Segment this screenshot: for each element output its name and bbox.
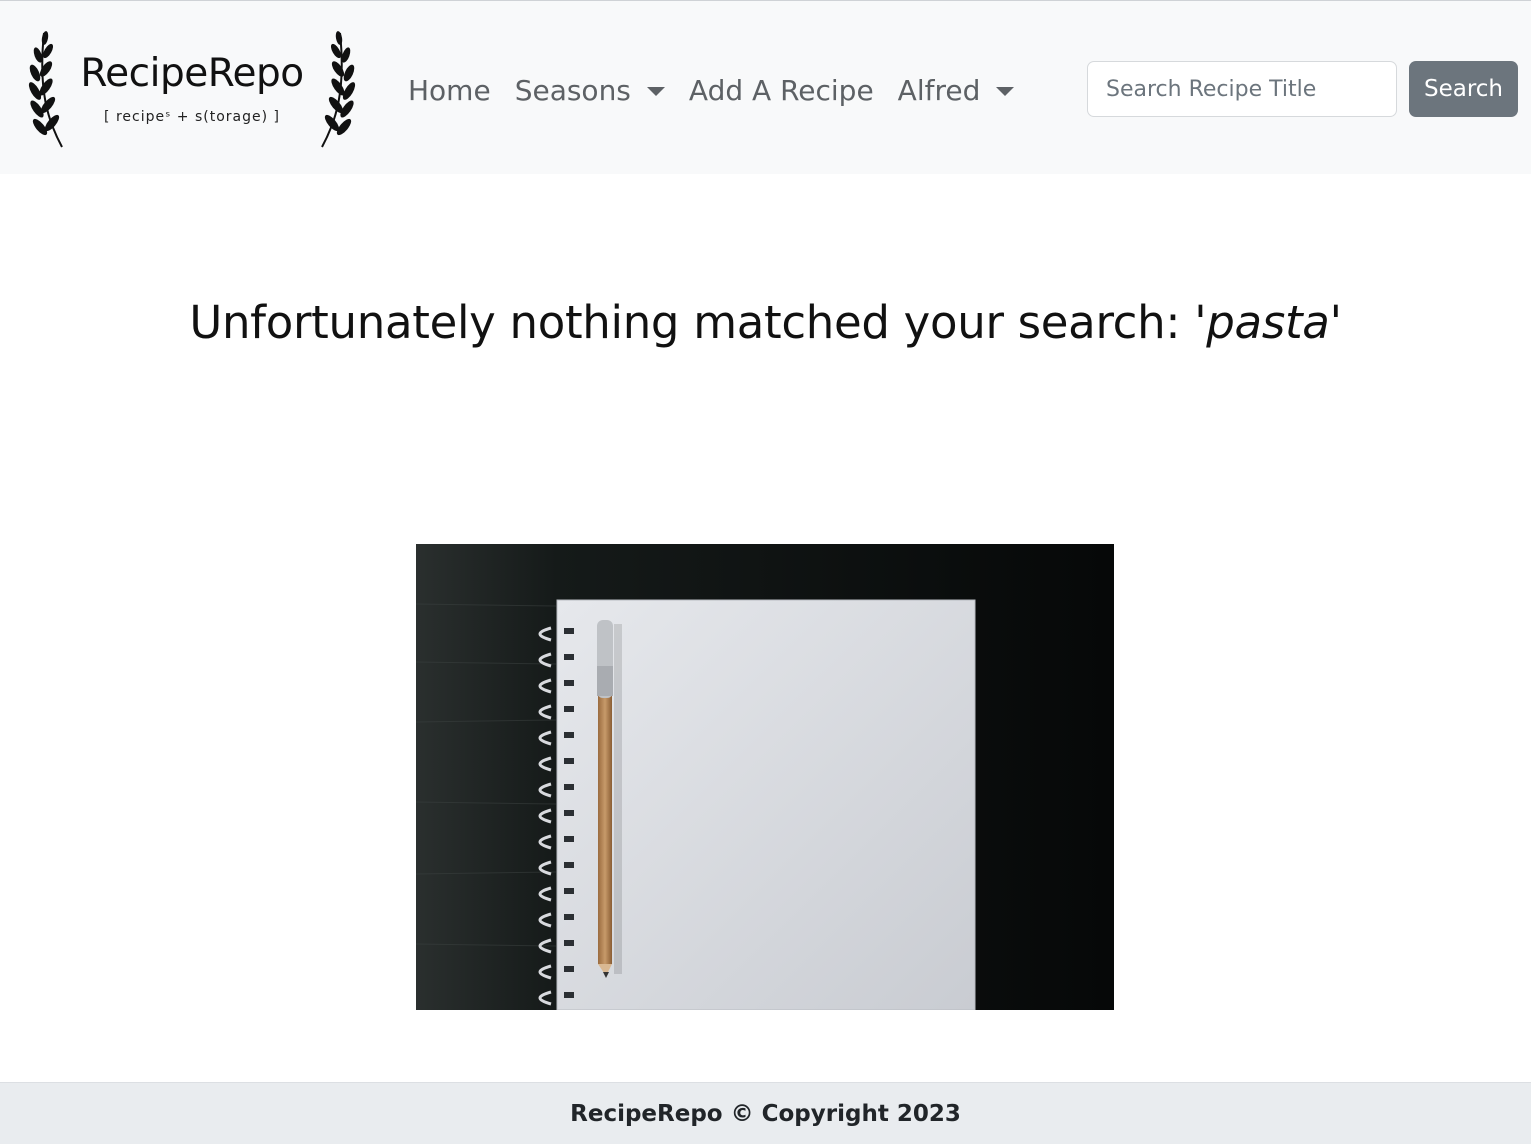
search-input[interactable] [1087,61,1397,117]
search-button[interactable]: Search [1409,61,1518,117]
search-query: pasta [1206,296,1330,349]
navbar: RecipeRepo [ recipeˢ + s(torage) ] Home … [0,0,1531,174]
laurel-right-icon [321,31,356,148]
nav-seasons-label: Seasons [514,73,631,107]
nav-user-dropdown[interactable]: Alfred [886,74,1027,107]
footer: RecipeRepo © Copyright 2023 [0,1082,1531,1144]
empty-notebook-illustration [416,544,1114,1010]
chevron-down-icon [646,86,665,96]
chevron-down-icon [996,86,1015,96]
nav-add-recipe[interactable]: Add A Recipe [677,74,886,107]
nav-seasons-dropdown[interactable]: Seasons [503,74,677,107]
no-results-text: Unfortunately nothing matched your searc… [189,296,1207,349]
brand-tagline: [ recipeˢ + s(torage) ] [104,109,280,125]
nav-add-recipe-label: Add A Recipe [688,73,874,107]
laurel-left-icon [28,31,63,148]
footer-copyright: RecipeRepo © Copyright 2023 [570,1100,961,1127]
no-results-message: Unfortunately nothing matched your searc… [0,296,1531,349]
brand-logo-link[interactable]: RecipeRepo [ recipeˢ + s(torage) ] [28,29,356,151]
closing-quote: ' [1329,296,1342,349]
brand-name: RecipeRepo [80,51,304,96]
nav-home[interactable]: Home [396,74,503,107]
nav-user-label: Alfred [897,73,981,107]
main-nav: Home Seasons Add A Recipe Alfred [396,67,1026,113]
nav-home-label: Home [408,73,491,107]
